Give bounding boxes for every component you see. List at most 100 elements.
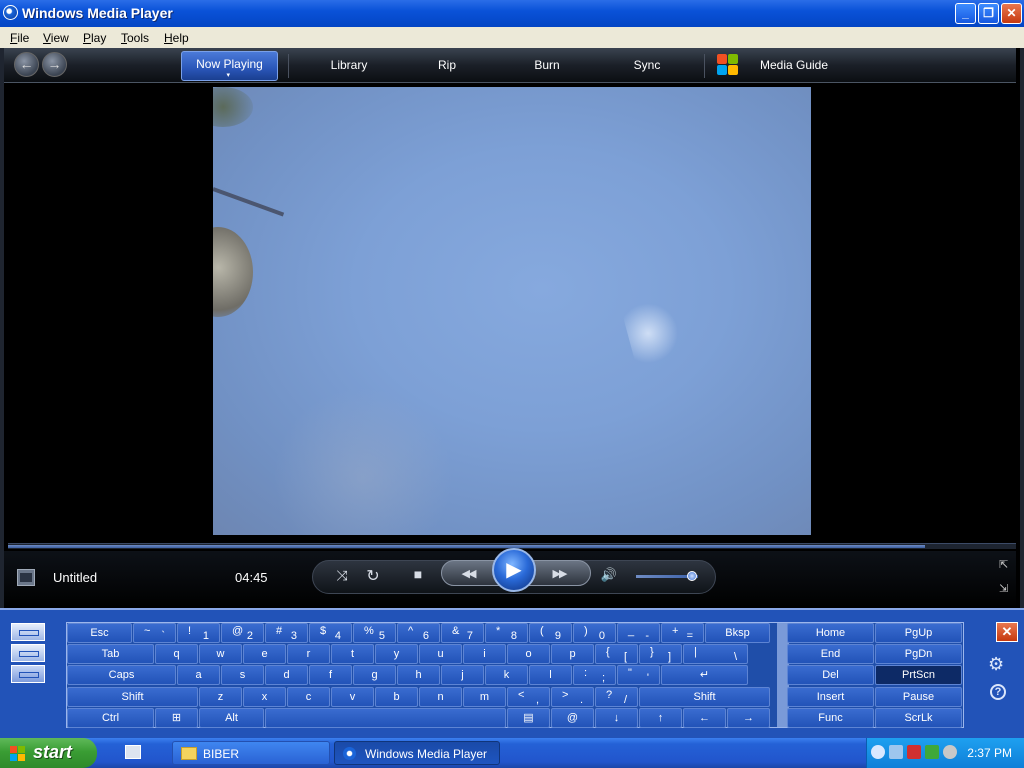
key-;[interactable]: :; <box>573 665 616 685</box>
key-ctrl[interactable]: Ctrl <box>67 708 154 728</box>
next-button[interactable]: ▶▶ <box>542 567 576 580</box>
key-l[interactable]: l <box>529 665 572 685</box>
key-=[interactable]: + = <box>661 623 704 643</box>
key-shift[interactable]: Shift <box>67 687 198 707</box>
full-screen-icon[interactable]: ⇲ <box>999 582 1008 595</box>
key-symbol[interactable]: ← <box>683 708 726 728</box>
menu-view[interactable]: View <box>43 31 69 45</box>
key-[[interactable]: {[ <box>595 644 638 664</box>
key-esc[interactable]: Esc <box>67 623 132 643</box>
forward-arrow-icon[interactable]: → <box>42 52 67 77</box>
tab-media-guide[interactable]: Media Guide <box>752 48 836 83</box>
key-d[interactable]: d <box>265 665 308 685</box>
key-symbol[interactable]: ⊞ <box>155 708 198 728</box>
key-func[interactable]: Func <box>787 708 874 728</box>
key-t[interactable]: t <box>331 644 374 664</box>
media-player-app-icon[interactable] <box>3 5 18 20</box>
key-a[interactable]: a <box>177 665 220 685</box>
key-k[interactable]: k <box>485 665 528 685</box>
maximize-button[interactable]: ❐ <box>978 3 999 24</box>
start-button[interactable]: start <box>0 738 97 768</box>
menu-tools[interactable]: Tools <box>121 31 149 45</box>
volume-mute-icon[interactable]: 🔊 <box>598 567 620 583</box>
key-0[interactable]: ) 0 <box>573 623 616 643</box>
key-5[interactable]: % 5 <box>353 623 396 643</box>
key-p[interactable]: p <box>551 644 594 664</box>
key-scrlk[interactable]: ScrLk <box>875 708 962 728</box>
video-display[interactable] <box>213 87 811 535</box>
key-symbol[interactable]: @ <box>551 708 594 728</box>
settings-gear-icon[interactable]: ⚙ <box>988 654 1004 675</box>
key-tab[interactable]: Tab <box>67 644 154 664</box>
menu-play[interactable]: Play <box>83 31 106 45</box>
key-o[interactable]: o <box>507 644 550 664</box>
shuffle-icon[interactable]: ⤨ <box>332 567 352 584</box>
tab-now-playing[interactable]: Now Playing ▾ <box>181 51 278 81</box>
key-w[interactable]: w <box>199 644 242 664</box>
help-icon[interactable]: ? <box>990 684 1006 700</box>
security-icon[interactable] <box>925 745 939 759</box>
key-symbol[interactable]: ▤ <box>507 708 550 728</box>
window-titlebar[interactable]: Windows Media Player _ ❐ ✕ <box>0 0 1024 27</box>
back-arrow-icon[interactable]: ← <box>14 52 39 77</box>
key-3[interactable]: #3 <box>265 623 308 643</box>
quick-launch-icon[interactable] <box>125 745 141 759</box>
volume-tray-icon[interactable] <box>943 745 957 759</box>
key-.[interactable]: >. <box>551 687 594 707</box>
key-pgdn[interactable]: PgDn <box>875 644 962 664</box>
key-][interactable]: }] <box>639 644 682 664</box>
taskbar-item-media-player[interactable]: Windows Media Player <box>334 741 500 765</box>
close-button[interactable]: ✕ <box>1001 3 1022 24</box>
keyboard-close-button[interactable]: ✕ <box>996 622 1018 642</box>
key-\[interactable]: | \ <box>683 644 748 664</box>
tab-burn[interactable]: Burn <box>522 48 572 83</box>
key-del[interactable]: Del <box>787 665 874 685</box>
key-n[interactable]: n <box>419 687 462 707</box>
volume-slider-knob[interactable] <box>687 571 697 581</box>
key-pause[interactable]: Pause <box>875 687 962 707</box>
chevron-down-icon[interactable]: ▾ <box>227 72 231 79</box>
key-insert[interactable]: Insert <box>787 687 874 707</box>
key-7[interactable]: & 7 <box>441 623 484 643</box>
key-bksp[interactable]: Bksp <box>705 623 770 643</box>
key-symbol[interactable]: ↓ <box>595 708 638 728</box>
switch-to-skin-icon[interactable]: ⇱ <box>999 558 1008 571</box>
key-x[interactable]: x <box>243 687 286 707</box>
key-g[interactable]: g <box>353 665 396 685</box>
key-`[interactable]: ~ ` <box>133 623 176 643</box>
key-caps[interactable]: Caps <box>67 665 176 685</box>
key-,[interactable]: <, <box>507 687 550 707</box>
key-u[interactable]: u <box>419 644 462 664</box>
network-icon[interactable] <box>889 745 903 759</box>
keyboard-layout-numpad-icon[interactable] <box>11 665 45 683</box>
tab-rip[interactable]: Rip <box>424 48 470 83</box>
key-z[interactable]: z <box>199 687 242 707</box>
adobe-icon[interactable] <box>907 745 921 759</box>
key-home[interactable]: Home <box>787 623 874 643</box>
key-8[interactable]: * 8 <box>485 623 528 643</box>
key-symbol[interactable]: → <box>727 708 770 728</box>
minimize-button[interactable]: _ <box>955 3 976 24</box>
key-e[interactable]: e <box>243 644 286 664</box>
key-pgup[interactable]: PgUp <box>875 623 962 643</box>
key-end[interactable]: End <box>787 644 874 664</box>
key-i[interactable]: i <box>463 644 506 664</box>
tray-expand-icon[interactable] <box>871 745 885 759</box>
previous-button[interactable]: ◀◀ <box>451 567 485 580</box>
keyboard-layout-full-icon[interactable] <box>11 623 45 641</box>
key-shift[interactable]: Shift <box>639 687 770 707</box>
key-q[interactable]: q <box>155 644 198 664</box>
play-button[interactable]: ▶ <box>492 548 536 592</box>
key-6[interactable]: ^ 6 <box>397 623 440 643</box>
key-/[interactable]: ? / <box>595 687 638 707</box>
key--[interactable]: _ - <box>617 623 660 643</box>
key-prtscn[interactable]: PrtScn <box>875 665 962 685</box>
key-4[interactable]: $4 <box>309 623 352 643</box>
tab-library[interactable]: Library <box>314 48 384 83</box>
key-m[interactable]: m <box>463 687 506 707</box>
key-'[interactable]: " ' <box>617 665 660 685</box>
key-j[interactable]: j <box>441 665 484 685</box>
menu-help[interactable]: Help <box>164 31 189 45</box>
key-9[interactable]: (9 <box>529 623 572 643</box>
menu-file[interactable]: File <box>10 31 29 45</box>
